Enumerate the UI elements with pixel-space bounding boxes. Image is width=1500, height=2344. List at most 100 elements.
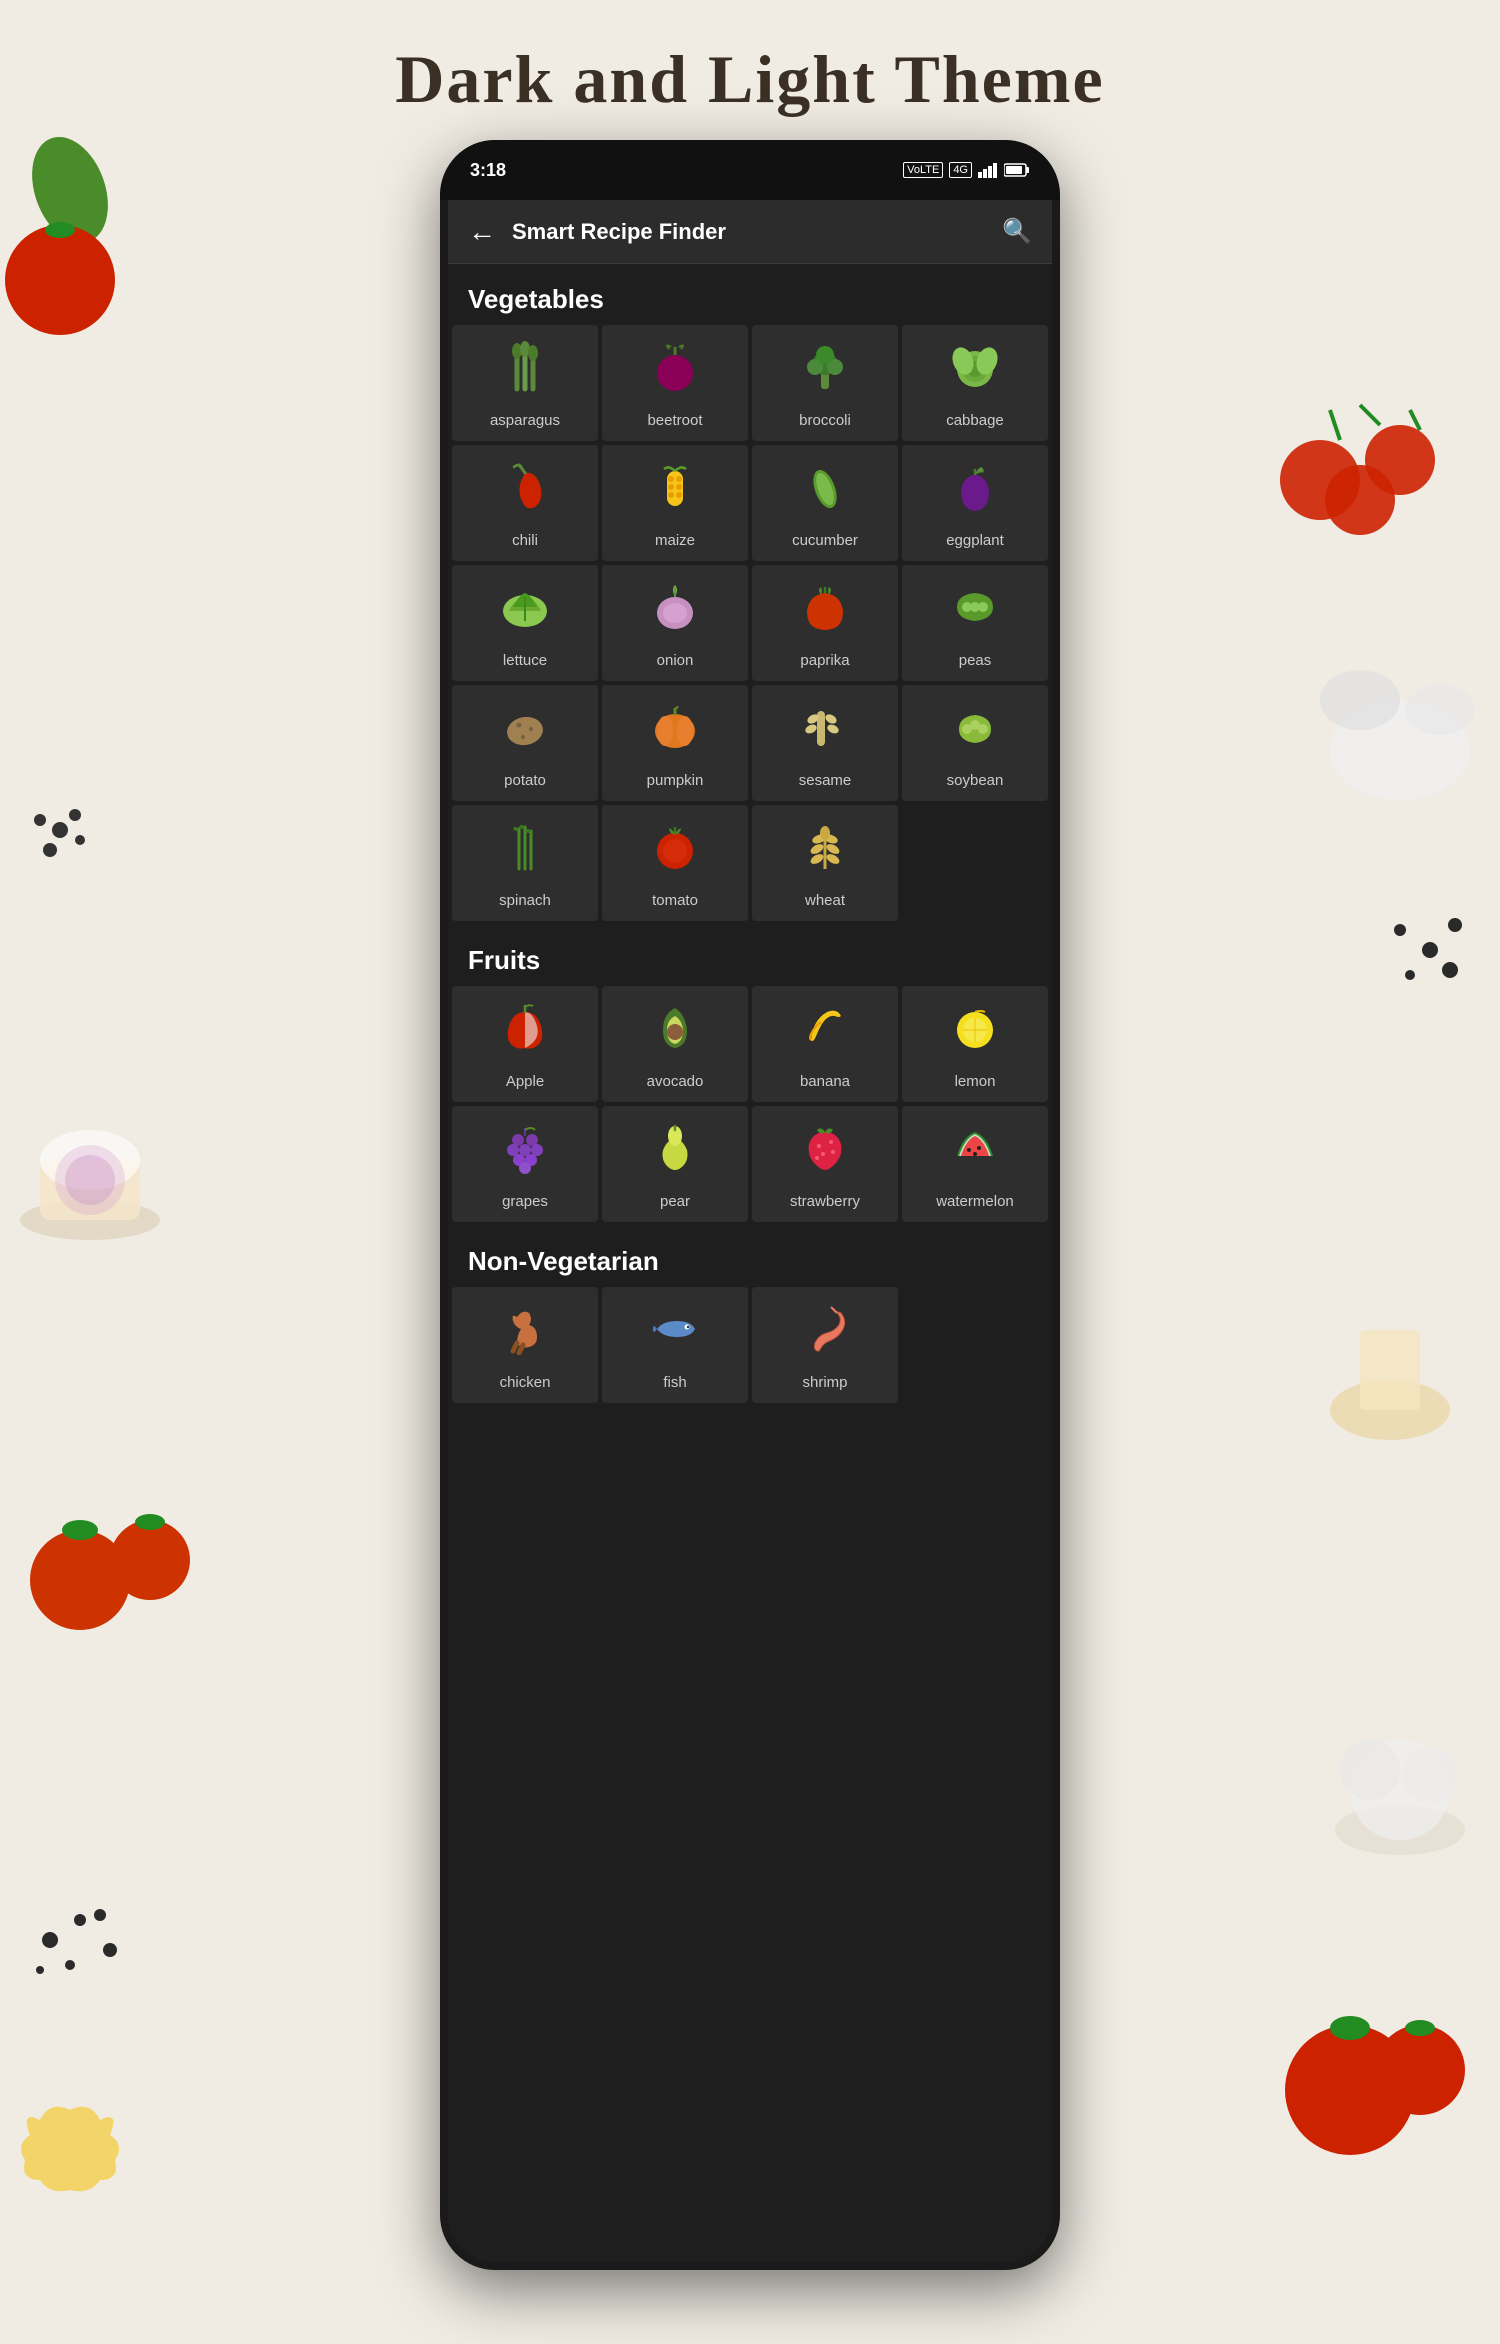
item-watermelon[interactable]: watermelon <box>902 1106 1048 1222</box>
phone-frame: 3:18 VoLTE 4G ← <box>440 140 1060 2270</box>
potato-icon <box>499 701 551 762</box>
item-lettuce[interactable]: lettuce <box>452 565 598 681</box>
avocado-label: avocado <box>647 1073 704 1090</box>
broccoli-icon <box>799 341 851 402</box>
chicken-icon <box>499 1303 551 1364</box>
peas-label: peas <box>959 652 992 669</box>
paprika-label: paprika <box>800 652 849 669</box>
chili-label: chili <box>512 532 538 549</box>
spinach-label: spinach <box>499 892 551 909</box>
item-pumpkin[interactable]: pumpkin <box>602 685 748 801</box>
fish-label: fish <box>663 1374 686 1391</box>
sesame-icon <box>799 701 851 762</box>
item-maize[interactable]: maize <box>602 445 748 561</box>
item-pear[interactable]: pear <box>602 1106 748 1222</box>
grapes-icon <box>499 1122 551 1183</box>
strawberry-label: strawberry <box>790 1193 860 1210</box>
banana-label: banana <box>800 1073 850 1090</box>
status-time: 3:18 <box>470 160 506 181</box>
wheat-label: wheat <box>805 892 845 909</box>
vegetables-grid: asparagus beetroot <box>448 325 1052 925</box>
phone-screen: ← Smart Recipe Finder 🔍 Vegetables <box>448 200 1052 2262</box>
asparagus-label: asparagus <box>490 412 560 429</box>
spinach-icon <box>499 821 551 882</box>
maize-label: maize <box>655 532 695 549</box>
4g-icon: 4G <box>949 162 972 178</box>
shrimp-label: shrimp <box>802 1374 847 1391</box>
status-bar: 3:18 VoLTE 4G <box>440 140 1060 200</box>
item-lemon[interactable]: lemon <box>902 986 1048 1102</box>
signal-icon <box>978 162 998 178</box>
eggplant-icon <box>949 461 1001 522</box>
fish-icon <box>649 1303 701 1364</box>
item-chicken[interactable]: chicken <box>452 1287 598 1403</box>
pear-label: pear <box>660 1193 690 1210</box>
onion-icon <box>649 581 701 642</box>
item-asparagus[interactable]: asparagus <box>452 325 598 441</box>
item-soybean[interactable]: soybean <box>902 685 1048 801</box>
app-title: Smart Recipe Finder <box>512 219 1002 245</box>
tomato-label: tomato <box>652 892 698 909</box>
paprika-icon <box>799 581 851 642</box>
pear-icon <box>649 1122 701 1183</box>
apple-label: Apple <box>506 1073 544 1090</box>
eggplant-label: eggplant <box>946 532 1004 549</box>
peas-icon <box>949 581 1001 642</box>
item-strawberry[interactable]: strawberry <box>752 1106 898 1222</box>
item-chili[interactable]: chili <box>452 445 598 561</box>
soybean-label: soybean <box>947 772 1004 789</box>
wheat-icon <box>799 821 851 882</box>
non-vegetarian-header: Non-Vegetarian <box>448 1226 1052 1287</box>
item-spinach[interactable]: spinach <box>452 805 598 921</box>
watermelon-label: watermelon <box>936 1193 1014 1210</box>
item-apple[interactable]: Apple <box>452 986 598 1102</box>
item-fish[interactable]: fish <box>602 1287 748 1403</box>
lettuce-icon <box>499 581 551 642</box>
item-paprika[interactable]: paprika <box>752 565 898 681</box>
lettuce-label: lettuce <box>503 652 547 669</box>
cucumber-icon <box>799 461 851 522</box>
sesame-label: sesame <box>799 772 852 789</box>
beetroot-icon <box>649 341 701 402</box>
shrimp-icon <box>799 1303 851 1364</box>
search-button[interactable]: 🔍 <box>1002 217 1032 246</box>
watermelon-icon <box>949 1122 1001 1183</box>
item-broccoli[interactable]: broccoli <box>752 325 898 441</box>
potato-label: potato <box>504 772 546 789</box>
item-peas[interactable]: peas <box>902 565 1048 681</box>
grapes-label: grapes <box>502 1193 548 1210</box>
volte-icon: VoLTE <box>903 162 943 178</box>
item-potato[interactable]: potato <box>452 685 598 801</box>
avocado-icon <box>649 1002 701 1063</box>
apple-icon <box>499 1002 551 1063</box>
item-wheat[interactable]: wheat <box>752 805 898 921</box>
item-banana[interactable]: banana <box>752 986 898 1102</box>
scroll-content[interactable]: Vegetables <box>448 264 1052 2262</box>
app-bar: ← Smart Recipe Finder 🔍 <box>448 200 1052 264</box>
asparagus-icon <box>499 341 551 402</box>
battery-icon <box>1004 163 1030 177</box>
item-cucumber[interactable]: cucumber <box>752 445 898 561</box>
non-veg-grid: chicken fish <box>448 1287 1052 1407</box>
item-cabbage[interactable]: cabbage <box>902 325 1048 441</box>
item-avocado[interactable]: avocado <box>602 986 748 1102</box>
item-tomato[interactable]: tomato <box>602 805 748 921</box>
maize-icon <box>649 461 701 522</box>
strawberry-icon <box>799 1122 851 1183</box>
fruits-header: Fruits <box>448 925 1052 986</box>
lemon-label: lemon <box>955 1073 996 1090</box>
beetroot-label: beetroot <box>647 412 702 429</box>
banana-icon <box>799 1002 851 1063</box>
item-onion[interactable]: onion <box>602 565 748 681</box>
item-shrimp[interactable]: shrimp <box>752 1287 898 1403</box>
lemon-icon <box>949 1002 1001 1063</box>
item-eggplant[interactable]: eggplant <box>902 445 1048 561</box>
item-grapes[interactable]: grapes <box>452 1106 598 1222</box>
item-sesame[interactable]: sesame <box>752 685 898 801</box>
soybean-icon <box>949 701 1001 762</box>
back-button[interactable]: ← <box>468 216 496 248</box>
cucumber-label: cucumber <box>792 532 858 549</box>
pumpkin-icon <box>649 701 701 762</box>
cabbage-icon <box>949 341 1001 402</box>
item-beetroot[interactable]: beetroot <box>602 325 748 441</box>
